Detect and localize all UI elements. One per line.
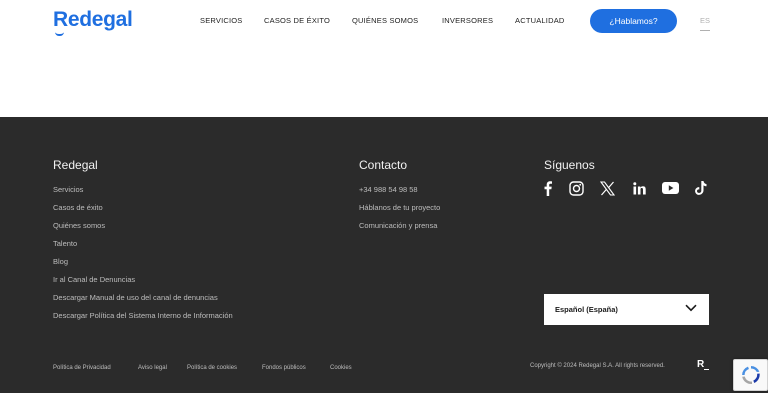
bottom-link-aviso-legal[interactable]: Aviso legal <box>138 365 167 371</box>
nav-casos-de-exito[interactable]: CASOS DE ÉXITO <box>264 16 330 25</box>
site-footer: Redegal Servicios Casos de éxito Quiénes… <box>0 117 768 393</box>
footer-link-casos-de-exito[interactable]: Casos de éxito <box>53 203 103 212</box>
bottom-link-cookies-policy[interactable]: Política de cookies <box>187 365 237 371</box>
instagram-icon[interactable] <box>568 180 584 196</box>
footer-link-hablanos[interactable]: Háblanos de tu proyecto <box>359 203 440 212</box>
footer-contacto-title: Contacto <box>359 158 408 172</box>
footer-link-talento[interactable]: Talento <box>53 239 77 248</box>
logo-smile-mark <box>55 32 64 36</box>
tiktok-icon[interactable] <box>694 180 708 196</box>
footer-siguenos-title: Síguenos <box>544 158 595 172</box>
nav-servicios[interactable]: SERVICIOS <box>200 16 243 25</box>
nav-inversores[interactable]: INVERSORES <box>442 16 493 25</box>
redegal-logo[interactable]: Redegal <box>53 8 133 36</box>
copyright-text: Copyright © 2024 Redegal S.A. All rights… <box>530 363 665 369</box>
language-select-value: Español (España) <box>555 305 618 314</box>
footer-link-servicios[interactable]: Servicios <box>53 185 83 194</box>
nav-actualidad[interactable]: ACTUALIDAD <box>515 16 565 25</box>
chevron-down-icon <box>685 304 697 314</box>
recaptcha-icon <box>741 366 760 385</box>
hablamos-button[interactable]: ¿Hablamos? <box>590 9 677 33</box>
footer-link-blog[interactable]: Blog <box>53 257 68 266</box>
redegal-r-logo: R <box>697 359 709 371</box>
footer-link-quienes-somos[interactable]: Quiénes somos <box>53 221 105 230</box>
footer-link-canal-denuncias[interactable]: Ir al Canal de Denuncias <box>53 275 135 284</box>
site-header: Redegal SERVICIOS CASOS DE ÉXITO QUIÉNES… <box>0 0 768 42</box>
language-underline <box>700 30 710 31</box>
linkedin-icon[interactable] <box>631 180 647 196</box>
footer-redegal-title: Redegal <box>53 158 98 172</box>
bottom-link-cookies[interactable]: Cookies <box>330 365 352 371</box>
language-switcher[interactable]: ES <box>700 16 710 25</box>
bottom-link-fondos-publicos[interactable]: Fondos públicos <box>262 365 306 371</box>
r-logo-underscore <box>704 369 709 371</box>
nav-quienes-somos[interactable]: QUIÉNES SOMOS <box>352 16 418 25</box>
footer-link-phone[interactable]: +34 988 54 98 58 <box>359 185 418 194</box>
footer-link-comunicacion[interactable]: Comunicación y prensa <box>359 221 437 230</box>
recaptcha-badge[interactable] <box>733 359 768 391</box>
footer-link-manual-canal[interactable]: Descargar Manual de uso del canal de den… <box>53 293 218 302</box>
facebook-icon[interactable] <box>541 180 555 196</box>
bottom-link-privacidad[interactable]: Política de Privacidad <box>53 365 111 371</box>
footer-link-politica-sistema[interactable]: Descargar Política del Sistema Interno d… <box>53 311 233 320</box>
youtube-icon[interactable] <box>661 180 679 196</box>
logo-text: Redegal <box>53 8 133 31</box>
language-select[interactable]: Español (España) <box>544 294 709 325</box>
x-icon[interactable] <box>599 180 615 196</box>
